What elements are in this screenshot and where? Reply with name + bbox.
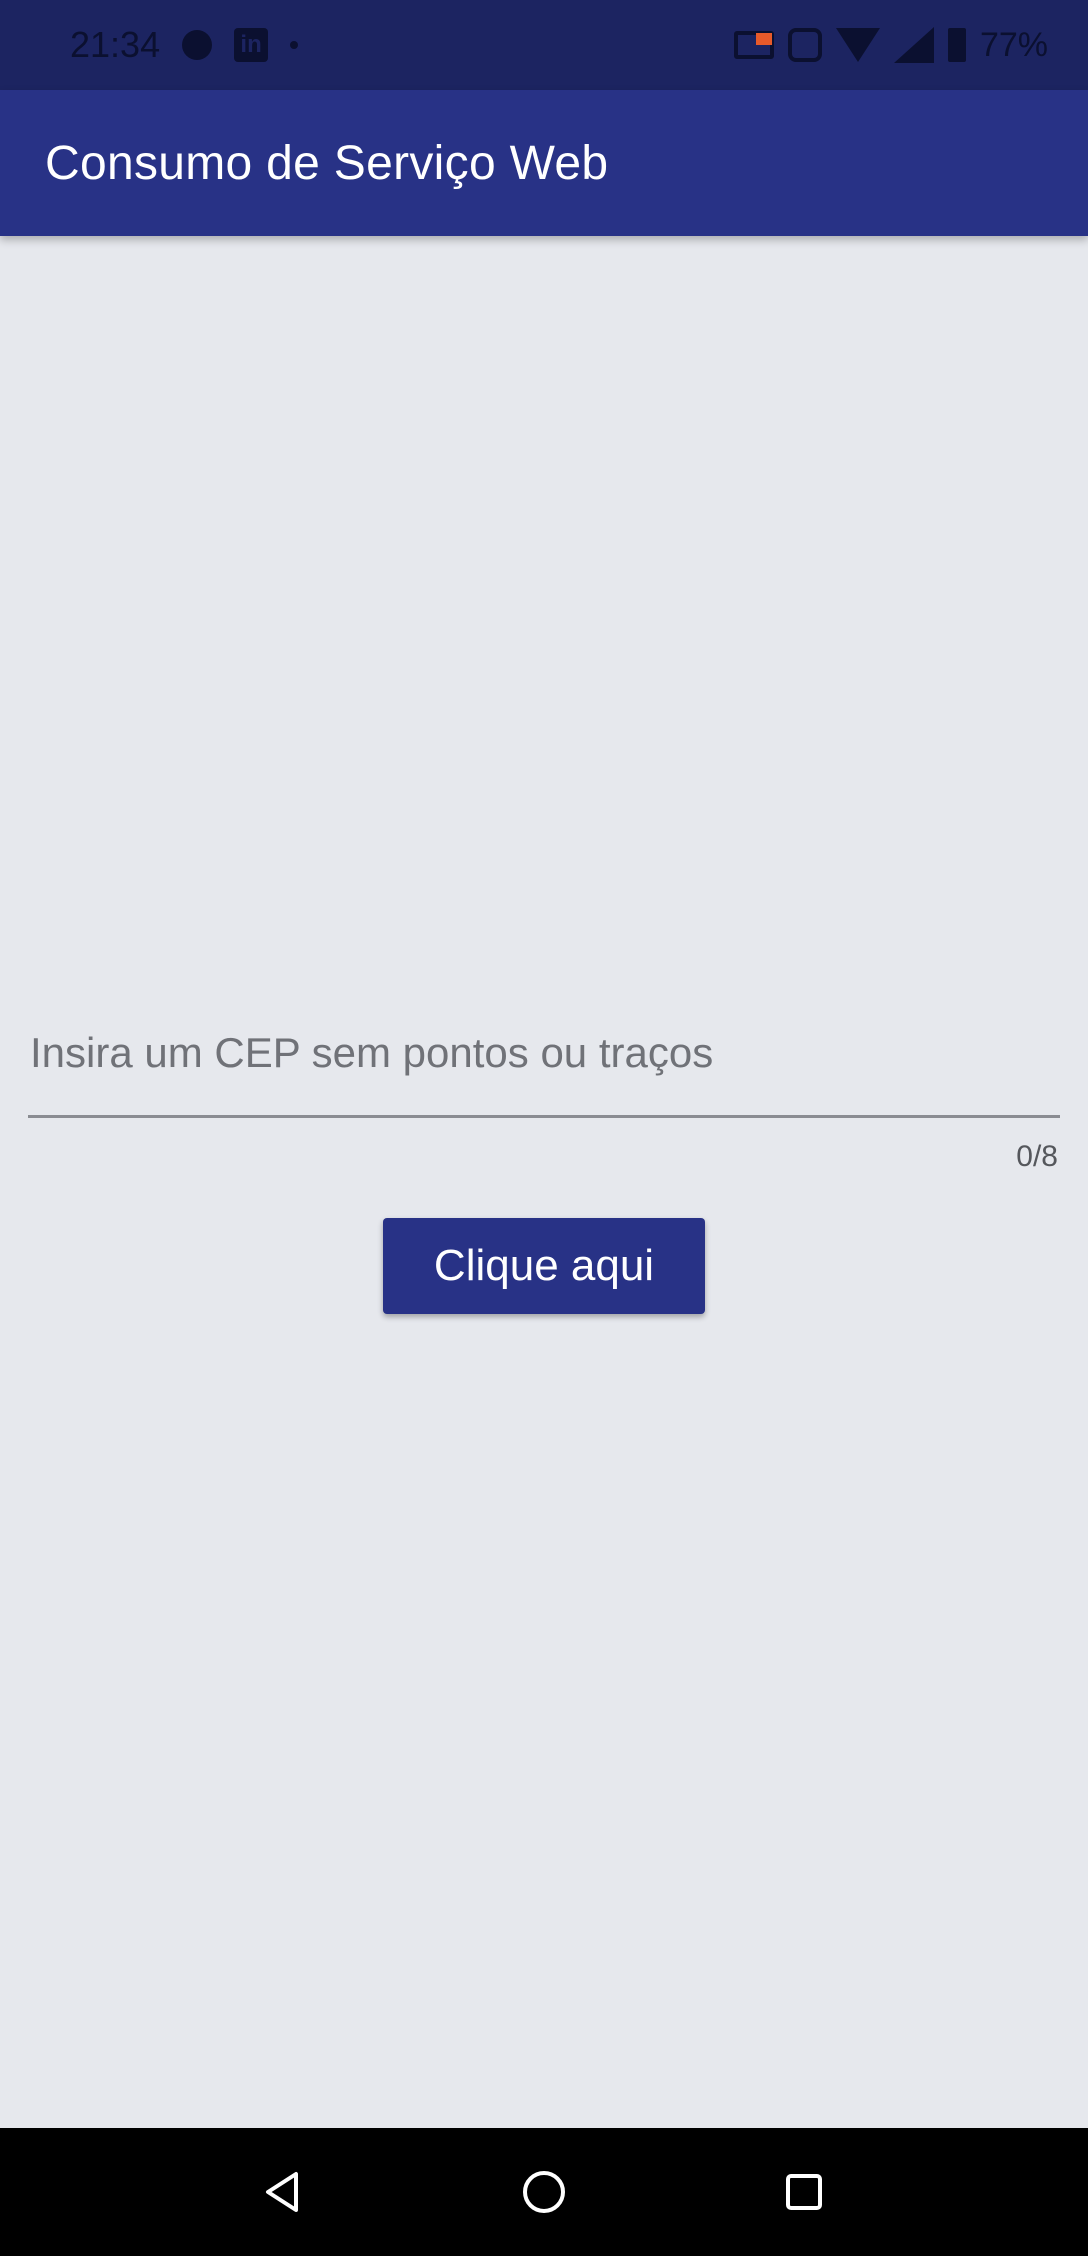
battery-percent: 77% (979, 25, 1048, 64)
home-icon (523, 2171, 565, 2213)
page-title: Consumo de Serviço Web (45, 136, 609, 190)
status-time: 21:34 (70, 24, 161, 65)
character-counter: 0/8 (1016, 1140, 1058, 1173)
linkedin-icon: in (234, 28, 269, 62)
submit-button[interactable]: Clique aqui (383, 1218, 705, 1314)
vibrate-icon (787, 28, 822, 62)
battery-icon (947, 28, 966, 62)
navigation-bar (0, 2128, 1088, 2256)
more-notifications-icon (290, 41, 299, 49)
app-screen: 21:34 in 77% Consumo de Serviço Web 0/8 … (0, 0, 1088, 2256)
cep-field (28, 990, 1060, 1120)
status-bar: 21:34 in 77% (0, 0, 1088, 90)
recents-icon (786, 2174, 822, 2210)
back-icon (266, 2172, 298, 2212)
cep-input[interactable] (28, 990, 1060, 1118)
back-button[interactable] (250, 2160, 314, 2224)
signal-icon (893, 27, 934, 63)
wifi-icon (835, 28, 880, 62)
status-right: 77% (733, 25, 1048, 65)
app-bar: Consumo de Serviço Web (0, 90, 1088, 236)
home-button[interactable] (512, 2160, 576, 2224)
notification-dot-icon (182, 30, 213, 60)
status-left: 21:34 in (70, 24, 299, 66)
recents-button[interactable] (772, 2160, 836, 2224)
cast-icon (733, 31, 774, 59)
